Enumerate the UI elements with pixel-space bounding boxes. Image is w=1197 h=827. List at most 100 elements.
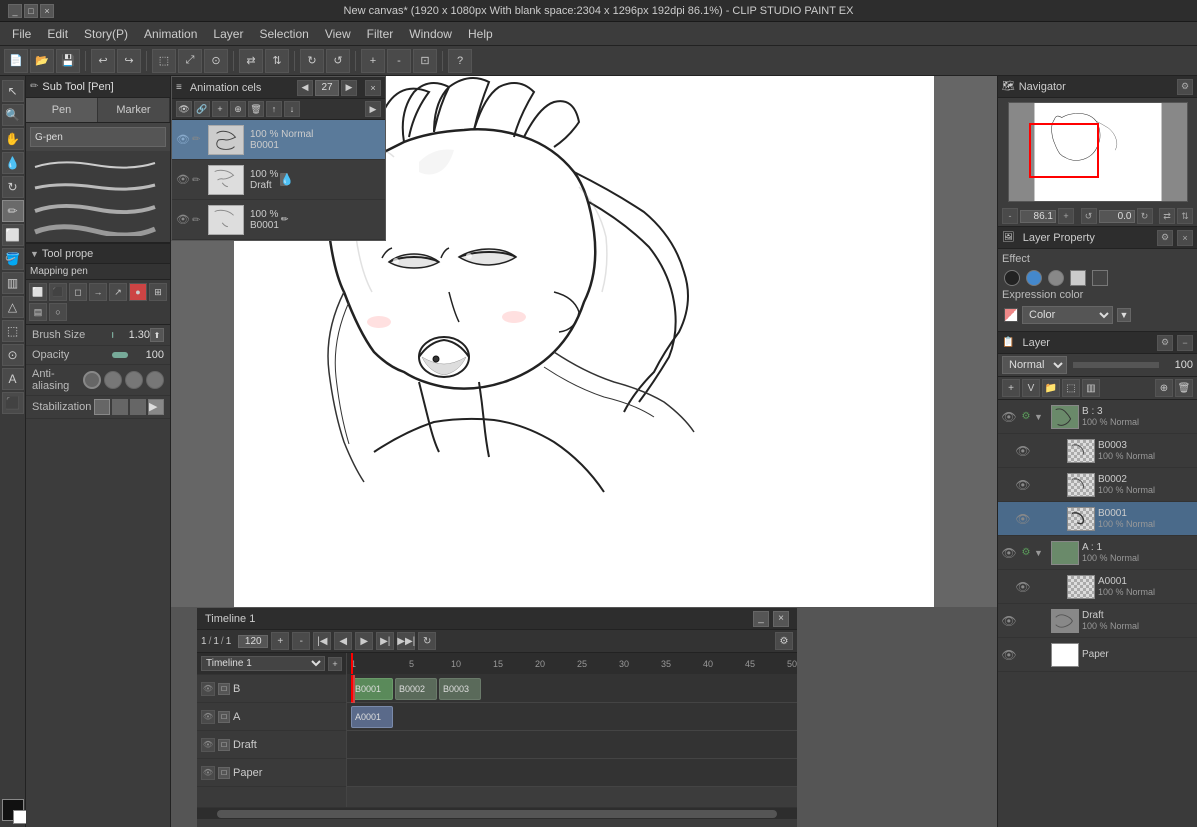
nav-zoom-out[interactable]: - [1002,208,1018,224]
layer-prop-close[interactable]: × [1177,230,1193,246]
tab-marker[interactable]: Marker [98,98,170,122]
track-vis-draft[interactable]: 👁 [201,738,215,752]
select-tool-button[interactable]: ⬚ [152,49,176,73]
navigator-preview[interactable] [1008,102,1188,202]
total-frames-input[interactable] [238,635,268,648]
fit-button[interactable]: ⊡ [413,49,437,73]
cel-btn-eye[interactable]: 👁 [176,101,192,117]
stab-option-1[interactable] [94,399,110,415]
cel-item-2[interactable]: 👁 ✏ 100 % Draft 💧 [172,160,385,200]
flip-vertical-button[interactable]: ⇅ [265,49,289,73]
cel-btn-del[interactable]: 🗑 [248,101,264,117]
rotate-ccw-button[interactable]: ↺ [326,49,350,73]
cel-b0001[interactable]: B0001 [351,678,393,700]
nav-rotate-cw[interactable]: ↻ [1137,208,1153,224]
stab-option-3[interactable] [130,399,146,415]
layer-settings-a1[interactable]: ⚙ [1018,547,1034,558]
fold-b3[interactable]: ▼ [1034,412,1048,422]
layer-folder-b3[interactable]: 👁 ⚙ ▼ B : 3 100 % Normal [998,400,1197,434]
menu-animation[interactable]: Animation [136,25,205,43]
tool-prop-btn-6[interactable]: ● [129,283,147,301]
cel-b0003[interactable]: B0003 [439,678,481,700]
cel-btn-dup[interactable]: ⊕ [230,101,246,117]
layer-vis-draft[interactable]: 👁 [1000,612,1018,630]
timeline-expand-button[interactable]: _ [753,611,769,627]
tool-eraser[interactable]: ⬜ [2,224,24,246]
prev-frame-button[interactable]: ◀ [334,632,352,650]
tool-selection-rect[interactable]: ⬚ [2,320,24,342]
undo-button[interactable]: ↩ [91,49,115,73]
layer-panel-settings[interactable]: ⚙ [1157,335,1173,351]
aa-option-2[interactable] [104,371,122,389]
cel-item-1[interactable]: 👁 ✏ 100 % Normal B0001 [172,120,385,160]
menu-filter[interactable]: Filter [359,25,402,43]
minimize-button[interactable]: _ [8,4,22,18]
goto-start-button[interactable]: |◀ [313,632,331,650]
layer-paper[interactable]: 👁 Paper [998,638,1197,672]
nav-zoom-in[interactable]: + [1058,208,1074,224]
save-file-button[interactable]: 💾 [56,49,80,73]
menu-file[interactable]: File [4,25,39,43]
layer-b0002[interactable]: 👁 B0002 100 % Normal [998,468,1197,502]
new-folder-layer-button[interactable]: 📁 [1042,379,1060,397]
fold-a1[interactable]: ▼ [1034,548,1048,558]
tool-eyedropper[interactable]: 💧 [2,152,24,174]
effect-option-pattern[interactable] [1070,270,1086,286]
new-file-button[interactable]: 📄 [4,49,28,73]
tool-cursor[interactable]: ↖ [2,80,24,102]
zoom-out-button[interactable]: - [387,49,411,73]
tool-prop-btn-4[interactable]: → [89,283,107,301]
play-button[interactable]: ▶ [355,632,373,650]
cel-btn-move-up[interactable]: ↑ [266,101,282,117]
nav-settings-button[interactable]: ⚙ [1177,79,1193,95]
stab-option-2[interactable] [112,399,128,415]
menu-edit[interactable]: Edit [39,25,76,43]
track-label-paper[interactable]: 👁 □ Paper [197,759,346,787]
tool-prop-btn-2[interactable]: ⬛ [49,283,67,301]
nav-zoom-input[interactable] [1020,210,1056,223]
menu-window[interactable]: Window [401,25,460,43]
expression-swatch[interactable] [1004,308,1018,322]
tool-prop-btn-7[interactable]: ⊞ [149,283,167,301]
brush-sample-2[interactable] [30,176,160,194]
opacity-slider[interactable] [112,352,128,358]
remove-cel-button[interactable]: - [292,632,310,650]
track-vis-b[interactable]: 👁 [201,682,215,696]
fg-color-swatch[interactable] [2,799,24,821]
playhead[interactable] [351,653,353,674]
loop-button[interactable]: ↻ [418,632,436,650]
anim-cels-next[interactable]: ▶ [341,80,357,96]
tool-prop-btn-1[interactable]: ⬜ [29,283,47,301]
lasso-button[interactable]: ⊙ [204,49,228,73]
nav-flip-v[interactable]: ⇅ [1177,208,1193,224]
layer-opacity-slider[interactable] [1073,362,1159,368]
new-vector-layer-button[interactable]: V [1022,379,1040,397]
merge-layers-button[interactable]: ⊕ [1155,379,1173,397]
layer-folder-a1[interactable]: 👁 ⚙ ▼ A : 1 100 % Normal [998,536,1197,570]
track-label-draft[interactable]: 👁 □ Draft [197,731,346,759]
layer-settings-b3[interactable]: ⚙ [1018,411,1034,422]
help-button[interactable]: ? [448,49,472,73]
anim-cels-prev[interactable]: ◀ [297,80,313,96]
menu-help[interactable]: Help [460,25,501,43]
layer-vis-b0001[interactable]: 👁 [1014,510,1032,528]
timeline-close-button[interactable]: × [773,611,789,627]
blend-mode-select[interactable]: Normal Multiply Screen Overlay [1002,356,1067,374]
zoom-in-button[interactable]: + [361,49,385,73]
tool-text[interactable]: A [2,368,24,390]
effect-option-dark[interactable] [1092,270,1108,286]
menu-layer[interactable]: Layer [205,25,251,43]
nav-rotate-ccw[interactable]: ↺ [1081,208,1097,224]
track-label-b[interactable]: 👁 □ B [197,675,346,703]
track-a-frames[interactable]: A0001 [347,703,797,731]
nav-flip-h[interactable]: ⇄ [1159,208,1175,224]
cel-a0001[interactable]: A0001 [351,706,393,728]
timeline-add-button[interactable]: + [328,657,342,671]
delete-layer-button[interactable]: 🗑 [1175,379,1193,397]
effect-option-blue[interactable] [1026,270,1042,286]
new-raster-layer-button[interactable]: + [1002,379,1020,397]
timeline-scrollbar[interactable] [197,807,797,819]
track-paper-frames[interactable] [347,759,797,787]
menu-view[interactable]: View [317,25,359,43]
tool-prop-btn-9[interactable]: ○ [49,303,67,321]
